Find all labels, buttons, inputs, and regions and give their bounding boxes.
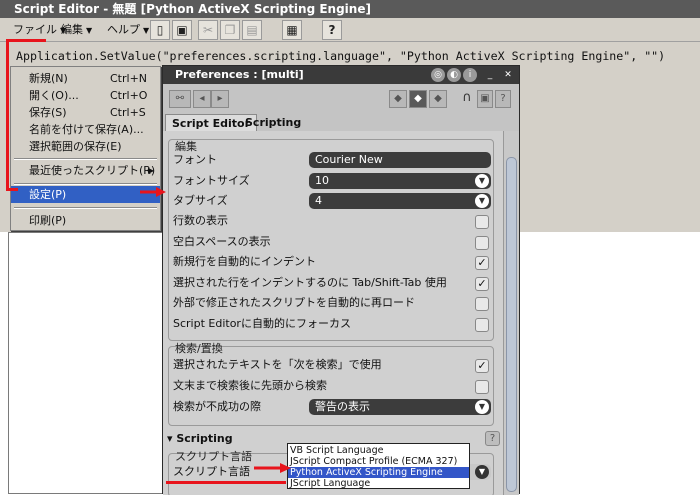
language-label: スクリプト言語	[173, 465, 250, 478]
code-line: Application.SetValue("preferences.script…	[16, 49, 666, 63]
annotation-underline	[166, 481, 286, 484]
next-icon[interactable]: ◆	[429, 90, 447, 108]
on-fail-label: 検索が不成功の際	[173, 400, 261, 413]
checkbox-wrap-search[interactable]	[475, 380, 489, 394]
menu-edit[interactable]: 編集 ▼	[58, 22, 95, 39]
chevron-down-icon: ▼	[475, 465, 489, 479]
check-label-auto-focus: Script Editorに自動的にフォーカス	[173, 317, 351, 330]
preferences-toolbar: ⚯ ◂ ▸ ◆ ◆ ◆ ∩ ▣ ?	[163, 84, 519, 114]
scrollbar[interactable]	[503, 131, 519, 495]
language-option-python[interactable]: Python ActiveX Scripting Engine	[288, 467, 469, 478]
check-label-use-selection: 選択されたテキストを「次を検索」で使用	[173, 358, 382, 371]
checkbox-auto-focus[interactable]	[475, 318, 489, 332]
info-icon[interactable]: i	[463, 68, 477, 82]
on-fail-select[interactable]: 警告の表示 ▼	[309, 399, 491, 415]
annotation-line	[6, 39, 9, 191]
minimize-icon[interactable]: _	[483, 68, 497, 82]
forward-icon[interactable]: ▸	[211, 90, 229, 108]
menu-item-print[interactable]: 印刷(P)	[11, 212, 160, 229]
chevron-down-icon: ▼	[475, 400, 489, 414]
annotation-line	[6, 188, 18, 191]
font-label: フォント	[173, 153, 217, 166]
checkbox-line-numbers[interactable]	[475, 215, 489, 229]
checkbox-use-selection[interactable]: ✓	[475, 359, 489, 373]
menu-separator	[14, 207, 157, 209]
checkbox-auto-indent[interactable]: ✓	[475, 256, 489, 270]
menu-help[interactable]: ヘルプ ▼	[104, 22, 152, 39]
check-label-auto-indent: 新規行を自動的にインデント	[173, 255, 316, 268]
check-label-tab-indent: 選択された行をインデントするのに Tab/Shift-Tab 使用	[173, 276, 447, 289]
menu-item-recent[interactable]: 最近使ったスクリプト(R) ▶	[11, 162, 160, 179]
menu-separator	[14, 158, 157, 160]
file-menu: 新規(N) Ctrl+N 開く(O)... Ctrl+O 保存(S) Ctrl+S 名…	[10, 66, 161, 231]
globe-icon[interactable]: ◐	[447, 68, 461, 82]
close-icon[interactable]: ✕	[501, 68, 515, 82]
run-icon[interactable]: ▦	[282, 20, 302, 40]
check-label-line-numbers: 行数の表示	[173, 214, 228, 227]
language-dropdown: VB Script Language JScript Compact Profi…	[287, 443, 470, 489]
language-group-label: スクリプト言語	[175, 450, 252, 463]
preferences-window: Preferences : [multi] ◎ ◐ i _ ✕ ⚯ ◂ ▸ ◆ …	[162, 65, 520, 495]
annotation-line	[6, 39, 46, 42]
font-field[interactable]: Courier New	[309, 152, 491, 168]
preferences-content: 編集 フォント Courier New フォントサイズ 10 ▼ タブサイズ 4 ▼…	[163, 131, 503, 495]
language-option-vbscript[interactable]: VB Script Language	[288, 445, 469, 456]
search-group-label: 検索/置換	[175, 342, 223, 355]
link-icon[interactable]: ⚯	[169, 90, 191, 108]
refresh-icon[interactable]: ▣	[477, 90, 493, 108]
language-option-jscript-compact[interactable]: JScript Compact Profile (ECMA 327)	[288, 456, 469, 467]
new-icon[interactable]: ▯	[150, 20, 170, 40]
cut-icon[interactable]: ✂	[198, 20, 218, 40]
help-icon[interactable]: ?	[485, 431, 500, 446]
font-size-label: フォントサイズ	[173, 174, 250, 187]
copy-icon[interactable]: ❐	[220, 20, 240, 40]
check-label-auto-reload: 外部で修正されたスクリプトを自動的に再ロード	[173, 296, 415, 309]
checkbox-whitespace[interactable]	[475, 236, 489, 250]
scripting-section-header[interactable]: ▾ Scripting	[167, 432, 233, 445]
language-option-jscript[interactable]: JScript Language	[288, 478, 469, 489]
flip-icon[interactable]: ◆	[409, 90, 427, 108]
preferences-tabs: Script Editor Scripting	[163, 114, 519, 131]
paste-icon[interactable]: ▤	[242, 20, 262, 40]
magnet-icon[interactable]: ∩	[459, 90, 475, 108]
pin-icon[interactable]: ◎	[431, 68, 445, 82]
window-title: Script Editor - 無題 [Python ActiveX Scrip…	[0, 0, 700, 18]
check-label-whitespace: 空白スペースの表示	[173, 235, 271, 248]
menu-item-open[interactable]: 開く(O)... Ctrl+O	[11, 87, 160, 104]
checkbox-tab-indent[interactable]: ✓	[475, 277, 489, 291]
checkbox-auto-reload[interactable]	[475, 297, 489, 311]
tab-size-label: タブサイズ	[173, 194, 228, 207]
menu-item-save-as[interactable]: 名前を付けて保存(A)...	[11, 121, 160, 138]
scrollbar-thumb[interactable]	[506, 157, 517, 492]
prev-icon[interactable]: ◆	[389, 90, 407, 108]
output-pane[interactable]	[8, 232, 163, 494]
menubar: ファイル ▼ 編集 ▼ ヘルプ ▼ ✂ ❐ ▤ ▯ ▣ ▦ ?	[0, 18, 700, 42]
menu-item-save-selection[interactable]: 選択範囲の保存(E)	[11, 138, 160, 155]
help-icon[interactable]: ?	[495, 90, 511, 108]
annotation-arrow	[254, 463, 291, 473]
menu-item-new[interactable]: 新規(N) Ctrl+N	[11, 70, 160, 87]
check-label-wrap-search: 文末まで検索後に先頭から検索	[173, 379, 327, 392]
chevron-down-icon: ▼	[475, 194, 489, 208]
tab-size-select[interactable]: 4 ▼	[309, 193, 491, 209]
menu-item-save[interactable]: 保存(S) Ctrl+S	[11, 104, 160, 121]
chevron-down-icon: ▼	[475, 174, 489, 188]
annotation-arrow	[140, 187, 166, 197]
save-icon[interactable]: ▣	[172, 20, 192, 40]
help-icon[interactable]: ?	[322, 20, 342, 40]
font-size-select[interactable]: 10 ▼	[309, 173, 491, 189]
tab-scripting[interactable]: Scripting	[239, 114, 307, 131]
menu-separator	[14, 183, 157, 185]
back-icon[interactable]: ◂	[193, 90, 211, 108]
